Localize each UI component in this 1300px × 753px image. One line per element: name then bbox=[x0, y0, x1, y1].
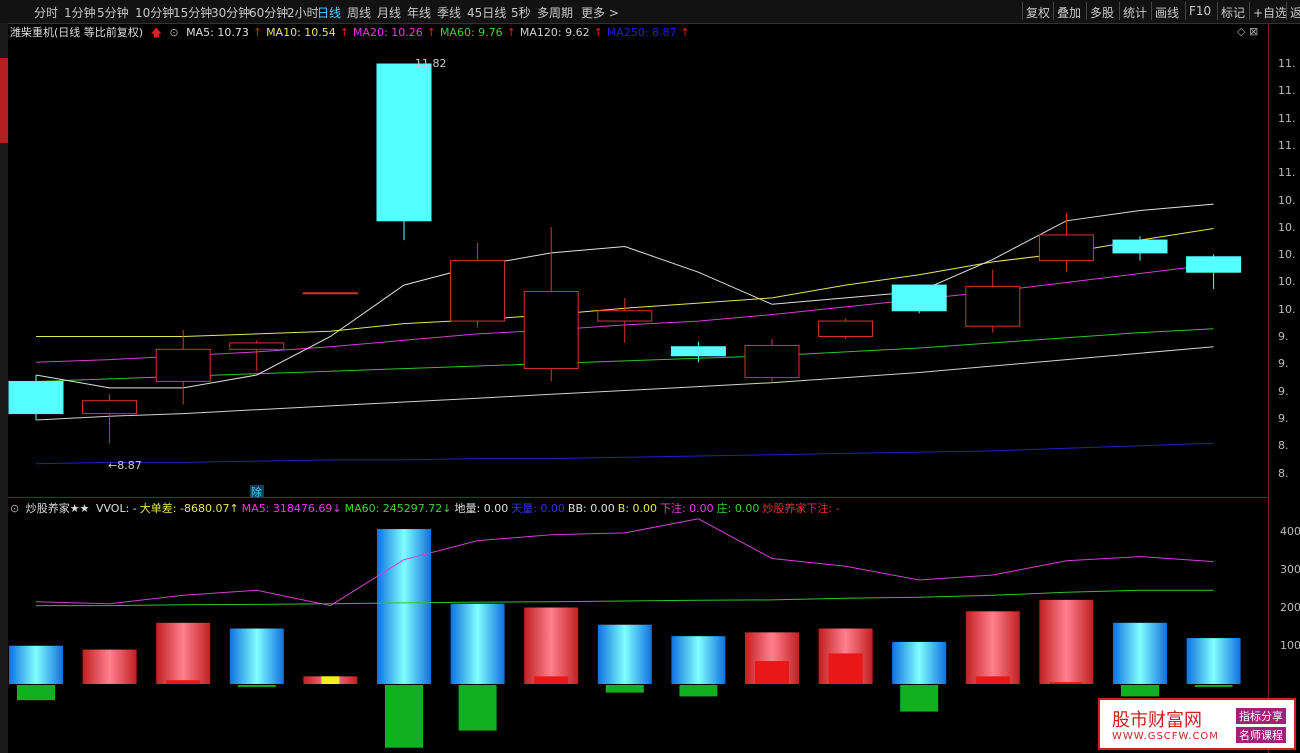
candle-body bbox=[523, 290, 579, 370]
volume-bar bbox=[156, 622, 211, 684]
volume-bar bbox=[892, 641, 947, 684]
volume-bar bbox=[9, 645, 63, 684]
vol_ma60-line bbox=[36, 589, 1214, 607]
chart-top-icons[interactable]: ◇ ⊠ bbox=[1237, 25, 1258, 38]
price-tick: 10. bbox=[1278, 248, 1296, 262]
negative-volume-bar bbox=[1194, 685, 1233, 687]
negative-volume-bar bbox=[458, 685, 497, 731]
volume-bar bbox=[597, 624, 652, 684]
volume-core-bar bbox=[534, 676, 569, 684]
candle-body bbox=[965, 285, 1021, 327]
kline-chart[interactable]: 11.82 ←8.87 除 bbox=[0, 0, 1300, 753]
watermark-logo: 股市财富网 WWW.GSCFW.COM 指标分享 名师课程 bbox=[1098, 698, 1296, 750]
candle-body bbox=[597, 310, 653, 322]
volume-bar bbox=[450, 603, 505, 684]
price-tick: 11. bbox=[1278, 57, 1296, 70]
volume-bar bbox=[1113, 622, 1167, 684]
price-tick: 8. bbox=[1278, 439, 1289, 453]
high-price-label: 11.82 bbox=[415, 57, 447, 70]
price-tick: 9. bbox=[1278, 357, 1289, 371]
price-tick: 10. bbox=[1278, 302, 1296, 316]
volume-core-bar bbox=[975, 676, 1010, 684]
candle-body bbox=[1186, 256, 1242, 273]
volume-bar bbox=[524, 607, 579, 684]
volume-tick: 100 bbox=[1280, 639, 1300, 652]
price-tick: 10. bbox=[1278, 275, 1296, 289]
volume-bar bbox=[671, 636, 726, 684]
negative-volume-bar bbox=[679, 685, 718, 697]
price-tick: 9. bbox=[1278, 411, 1289, 425]
ma250-line bbox=[35, 442, 1214, 465]
volume-bar bbox=[229, 628, 284, 684]
negative-volume-bar bbox=[237, 685, 276, 687]
volume-bar bbox=[1039, 599, 1094, 684]
volume-bar bbox=[377, 529, 431, 684]
candle-body bbox=[670, 346, 726, 357]
negative-volume-bar bbox=[900, 685, 939, 712]
candle-body bbox=[229, 342, 285, 350]
volume-core-bar bbox=[1049, 682, 1084, 684]
ex-dividend-marker: 除 bbox=[251, 485, 262, 499]
volume-core-bar bbox=[321, 676, 340, 684]
price-tick: 10. bbox=[1278, 193, 1296, 207]
volume-tick: 400 bbox=[1280, 525, 1300, 538]
volume-core-bar bbox=[755, 661, 789, 684]
watermark-tag2: 名师课程 bbox=[1236, 727, 1286, 743]
negative-volume-bar bbox=[385, 685, 423, 748]
volume-bar bbox=[1186, 638, 1241, 684]
volume-core-bar bbox=[828, 653, 863, 684]
price-tick: 11. bbox=[1278, 138, 1296, 152]
price-tick: 11. bbox=[1278, 111, 1296, 125]
volume-tick: 200 bbox=[1280, 601, 1300, 614]
candle-body bbox=[1112, 239, 1168, 254]
candle-body bbox=[1038, 234, 1094, 262]
candle-body bbox=[82, 400, 138, 415]
candle-body bbox=[450, 260, 506, 322]
watermark-title: 股市财富网 bbox=[1112, 710, 1202, 731]
negative-volume-bar bbox=[17, 685, 55, 701]
candle-body bbox=[155, 348, 211, 382]
price-tick: 9. bbox=[1278, 330, 1289, 343]
ma120-line bbox=[35, 346, 1214, 421]
negative-volume-bar bbox=[1121, 685, 1159, 697]
negative-volume-bar bbox=[605, 685, 644, 693]
candle-body bbox=[818, 320, 874, 337]
candle-body bbox=[891, 284, 947, 312]
candle-body bbox=[302, 292, 358, 295]
vol_ma5-line bbox=[35, 518, 1214, 607]
candle-body bbox=[8, 380, 64, 415]
price-tick: 11. bbox=[1278, 166, 1296, 180]
watermark-url: WWW.GSCFW.COM bbox=[1112, 731, 1219, 742]
price-tick: 10. bbox=[1278, 220, 1296, 234]
volume-core-bar bbox=[166, 680, 201, 684]
watermark-tag1: 指标分享 bbox=[1236, 708, 1286, 724]
candle-body bbox=[744, 344, 800, 379]
volume-bar bbox=[82, 649, 137, 684]
volume-tick: 300 bbox=[1280, 563, 1300, 576]
price-tick: 11. bbox=[1278, 84, 1296, 98]
candle-body bbox=[376, 63, 432, 222]
volume-bar bbox=[965, 611, 1020, 684]
ma5-line bbox=[35, 203, 1214, 389]
price-tick: 9. bbox=[1278, 384, 1289, 398]
low-price-label: ←8.87 bbox=[108, 459, 142, 472]
price-tick: 8. bbox=[1278, 466, 1289, 480]
